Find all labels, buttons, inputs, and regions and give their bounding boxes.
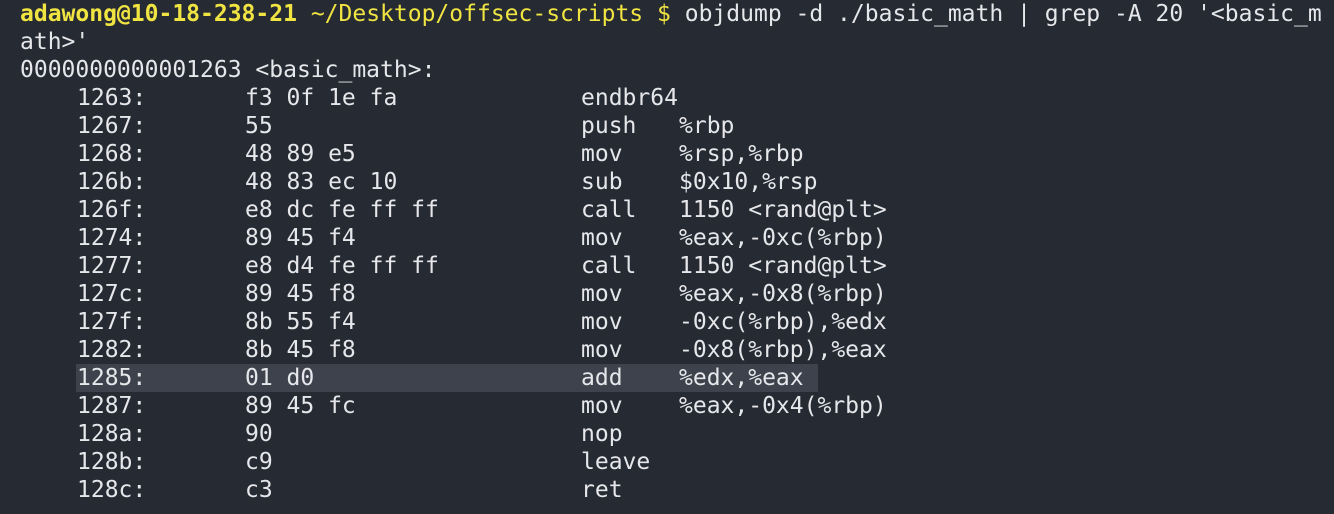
disassembly-row: 1285: 01 d0 add %edx,%eax bbox=[0, 364, 1334, 392]
disassembly-row: 1263: f3 0f 1e fa endbr64 bbox=[0, 84, 1334, 112]
disassembly-row: 126b: 48 83 ec 10 sub $0x10,%rsp bbox=[0, 168, 1334, 196]
row-bytes: 89 45 f8 bbox=[245, 281, 356, 307]
row-address: 126f: bbox=[77, 197, 147, 223]
disassembly-row: 126f: e8 dc fe ff ff call 1150 <rand@plt> bbox=[0, 196, 1334, 224]
row-operands: %rsp,%rbp bbox=[679, 141, 804, 167]
row-address: 1263: bbox=[77, 85, 147, 111]
row-bytes: 8b 45 f8 bbox=[245, 337, 356, 363]
row-mnemonic: mov bbox=[581, 393, 623, 419]
disassembly-row: 1274: 89 45 f4 mov %eax,-0xc(%rbp) bbox=[0, 224, 1334, 252]
disassembly-row: 1287: 89 45 fc mov %eax,-0x4(%rbp) bbox=[0, 392, 1334, 420]
row-bytes: 89 45 f4 bbox=[245, 225, 356, 251]
row-bytes: 55 bbox=[245, 113, 273, 139]
row-mnemonic: sub bbox=[581, 169, 623, 195]
row-operands: -0xc(%rbp),%edx bbox=[679, 309, 887, 335]
row-mnemonic: add bbox=[581, 365, 623, 391]
disassembly-row: 128a: 90 nop bbox=[0, 420, 1334, 448]
row-operands: %eax,-0x4(%rbp) bbox=[679, 393, 887, 419]
row-address: 1277: bbox=[77, 253, 147, 279]
disassembly-row: 128c: c3 ret bbox=[0, 476, 1334, 504]
prompt-path: ~/Desktop/offsec-scripts bbox=[310, 1, 644, 27]
row-bytes: 48 83 ec 10 bbox=[245, 169, 398, 195]
row-operands: %eax,-0x8(%rbp) bbox=[679, 281, 887, 307]
row-address: 127f: bbox=[77, 309, 147, 335]
row-bytes: e8 d4 fe ff ff bbox=[245, 253, 439, 279]
row-bytes: c3 bbox=[245, 477, 273, 503]
row-bytes: 01 d0 bbox=[245, 365, 315, 391]
row-bytes: c9 bbox=[245, 449, 273, 475]
row-mnemonic: call bbox=[581, 197, 637, 223]
row-address: 1274: bbox=[77, 225, 147, 251]
disassembly-row: 1277: e8 d4 fe ff ff call 1150 <rand@plt> bbox=[0, 252, 1334, 280]
row-address: 128c: bbox=[77, 477, 147, 503]
row-mnemonic: nop bbox=[581, 421, 623, 447]
disassembly-row: 1282: 8b 45 f8 mov -0x8(%rbp),%eax bbox=[0, 336, 1334, 364]
row-bytes: 90 bbox=[245, 421, 273, 447]
row-mnemonic: mov bbox=[581, 281, 623, 307]
terminal-window[interactable]: adawong@10-18-238-21 ~/Desktop/offsec-sc… bbox=[0, 0, 1334, 514]
prompt-line: adawong@10-18-238-21 ~/Desktop/offsec-sc… bbox=[20, 0, 1330, 56]
row-operands: 1150 <rand@plt> bbox=[679, 197, 887, 223]
disassembly-row: 1267: 55 push %rbp bbox=[0, 112, 1334, 140]
row-address: 1285: bbox=[77, 365, 147, 391]
prompt-user-host: adawong@10-18-238-21 bbox=[20, 1, 297, 27]
row-mnemonic: mov bbox=[581, 309, 623, 335]
row-mnemonic: ret bbox=[581, 477, 623, 503]
disassembly-row: 127f: 8b 55 f4 mov -0xc(%rbp),%edx bbox=[0, 308, 1334, 336]
row-address: 128b: bbox=[77, 449, 147, 475]
row-mnemonic: leave bbox=[581, 449, 651, 475]
disassembly-row: 1268: 48 89 e5 mov %rsp,%rbp bbox=[0, 140, 1334, 168]
prompt-symbol: $ bbox=[657, 1, 671, 27]
row-address: 1282: bbox=[77, 337, 147, 363]
row-address: 1287: bbox=[77, 393, 147, 419]
row-address: 128a: bbox=[77, 421, 147, 447]
row-address: 1267: bbox=[77, 113, 147, 139]
row-mnemonic: push bbox=[581, 113, 637, 139]
row-operands: $0x10,%rsp bbox=[679, 169, 818, 195]
row-mnemonic: mov bbox=[581, 141, 623, 167]
row-mnemonic: mov bbox=[581, 337, 623, 363]
row-operands: 1150 <rand@plt> bbox=[679, 253, 887, 279]
disassembly-row: 127c: 89 45 f8 mov %eax,-0x8(%rbp) bbox=[0, 280, 1334, 308]
row-bytes: 8b 55 f4 bbox=[245, 309, 356, 335]
row-bytes: e8 dc fe ff ff bbox=[245, 197, 439, 223]
row-operands: %rbp bbox=[679, 113, 735, 139]
row-operands: -0x8(%rbp),%eax bbox=[679, 337, 887, 363]
row-address: 126b: bbox=[77, 169, 147, 195]
row-mnemonic: endbr64 bbox=[581, 85, 678, 111]
row-address: 1268: bbox=[77, 141, 147, 167]
row-mnemonic: call bbox=[581, 253, 637, 279]
disassembly-row: 128b: c9 leave bbox=[0, 448, 1334, 476]
row-operands: %eax,-0xc(%rbp) bbox=[679, 225, 887, 251]
row-address: 127c: bbox=[77, 281, 147, 307]
row-bytes: 89 45 fc bbox=[245, 393, 356, 419]
row-operands: %edx,%eax bbox=[679, 365, 804, 391]
function-header: 0000000000001263 <basic_math>: bbox=[20, 57, 436, 83]
row-bytes: 48 89 e5 bbox=[245, 141, 356, 167]
row-mnemonic: mov bbox=[581, 225, 623, 251]
row-bytes: f3 0f 1e fa bbox=[245, 85, 398, 111]
